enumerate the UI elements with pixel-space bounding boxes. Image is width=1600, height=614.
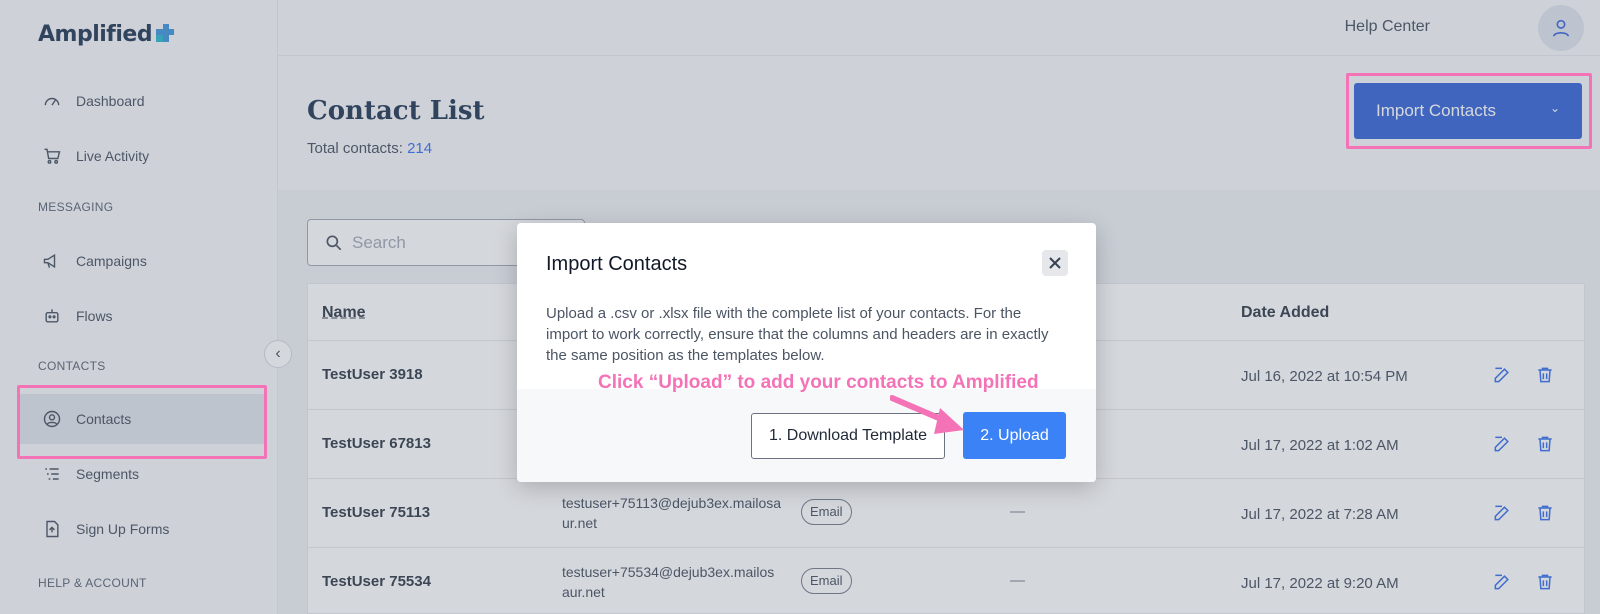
highlight-contacts-item [17,385,267,459]
modal-footer: 1. Download Template 2. Upload [517,389,1096,482]
import-contacts-modal: Import Contacts Upload a .csv or .xlsx f… [517,223,1096,482]
close-icon [1049,257,1061,269]
upload-button[interactable]: 2. Upload [963,412,1066,459]
close-button[interactable] [1042,250,1068,276]
pointer-arrow-icon [890,395,964,434]
modal-description: Upload a .csv or .xlsx file with the com… [546,305,1049,364]
modal-title: Import Contacts [546,253,688,275]
highlight-import-button [1346,73,1592,149]
tutorial-annotation: Click “Upload” to add your contacts to A… [598,372,1039,393]
